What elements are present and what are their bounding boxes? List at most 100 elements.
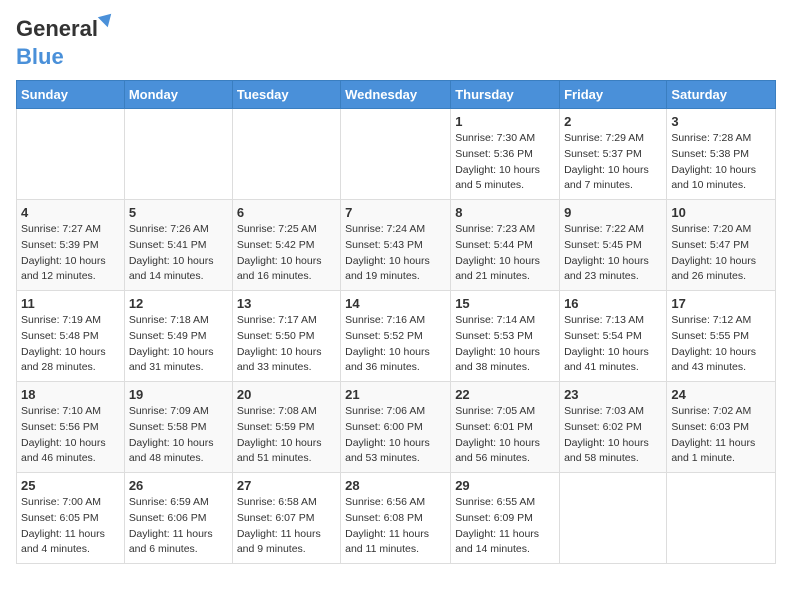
calendar-cell bbox=[560, 473, 667, 564]
calendar-week-row: 11 Sunrise: 7:19 AMSunset: 5:48 PMDayligh… bbox=[17, 291, 776, 382]
day-number: 20 bbox=[237, 387, 336, 402]
calendar-week-row: 1Sunrise: 7:30 AMSunset: 5:36 PMDaylight… bbox=[17, 109, 776, 200]
day-detail: Sunrise: 7:06 AMSunset: 6:00 PMDaylight:… bbox=[345, 404, 446, 467]
calendar-cell: 17Sunrise: 7:12 AMSunset: 5:55 PMDayligh… bbox=[667, 291, 776, 382]
day-number: 12 bbox=[129, 296, 228, 311]
day-detail: Sunrise: 7:17 AMSunset: 5:50 PMDaylight:… bbox=[237, 313, 336, 376]
day-detail: Sunrise: 7:03 AMSunset: 6:02 PMDaylight:… bbox=[564, 404, 662, 467]
calendar-cell: 23Sunrise: 7:03 AMSunset: 6:02 PMDayligh… bbox=[560, 382, 667, 473]
day-number: 26 bbox=[129, 478, 228, 493]
day-number: 22 bbox=[455, 387, 555, 402]
calendar-header-row: SundayMondayTuesdayWednesdayThursdayFrid… bbox=[17, 81, 776, 109]
day-detail: Sunrise: 6:59 AMSunset: 6:06 PMDaylight:… bbox=[129, 495, 228, 558]
calendar-cell: 12 Sunrise: 7:18 AMSunset: 5:49 PMDayligh… bbox=[124, 291, 232, 382]
day-detail: Sunrise: 7:19 AMSunset: 5:48 PMDaylight:… bbox=[21, 313, 120, 376]
calendar-week-row: 4 Sunrise: 7:27 AMSunset: 5:39 PMDaylight… bbox=[17, 200, 776, 291]
calendar-cell: 24 Sunrise: 7:02 AMSunset: 6:03 PMDayligh… bbox=[667, 382, 776, 473]
day-number: 28 bbox=[345, 478, 446, 493]
calendar-cell: 7Sunrise: 7:24 AMSunset: 5:43 PMDaylight… bbox=[341, 200, 451, 291]
day-detail: Sunrise: 7:14 AMSunset: 5:53 PMDaylight:… bbox=[455, 313, 555, 376]
day-number: 6 bbox=[237, 205, 336, 220]
day-detail: Sunrise: 7:16 AMSunset: 5:52 PMDaylight:… bbox=[345, 313, 446, 376]
page-header: General Blue bbox=[16, 16, 776, 70]
calendar-cell: 28 Sunrise: 6:56 AMSunset: 6:08 PMDayligh… bbox=[341, 473, 451, 564]
calendar-cell: 6 Sunrise: 7:25 AMSunset: 5:42 PMDaylight… bbox=[232, 200, 340, 291]
calendar-cell: 20 Sunrise: 7:08 AMSunset: 5:59 PMDayligh… bbox=[232, 382, 340, 473]
day-number: 3 bbox=[671, 114, 771, 129]
day-number: 18 bbox=[21, 387, 120, 402]
calendar-cell: 3 Sunrise: 7:28 AMSunset: 5:38 PMDaylight… bbox=[667, 109, 776, 200]
day-number: 25 bbox=[21, 478, 120, 493]
calendar-cell: 22 Sunrise: 7:05 AMSunset: 6:01 PMDayligh… bbox=[451, 382, 560, 473]
calendar-cell: 29Sunrise: 6:55 AMSunset: 6:09 PMDayligh… bbox=[451, 473, 560, 564]
day-detail: Sunrise: 7:09 AMSunset: 5:58 PMDaylight:… bbox=[129, 404, 228, 467]
day-number: 5 bbox=[129, 205, 228, 220]
day-detail: Sunrise: 7:20 AMSunset: 5:47 PMDaylight:… bbox=[671, 222, 771, 285]
day-detail: Sunrise: 7:27 AMSunset: 5:39 PMDaylight:… bbox=[21, 222, 120, 285]
day-header-thursday: Thursday bbox=[451, 81, 560, 109]
day-number: 15 bbox=[455, 296, 555, 311]
logo-general: General bbox=[16, 16, 98, 41]
logo: General Blue bbox=[16, 16, 98, 70]
calendar-week-row: 25Sunrise: 7:00 AMSunset: 6:05 PMDayligh… bbox=[17, 473, 776, 564]
calendar-cell: 19 Sunrise: 7:09 AMSunset: 5:58 PMDayligh… bbox=[124, 382, 232, 473]
calendar-cell: 5 Sunrise: 7:26 AMSunset: 5:41 PMDaylight… bbox=[124, 200, 232, 291]
calendar-week-row: 18 Sunrise: 7:10 AMSunset: 5:56 PMDayligh… bbox=[17, 382, 776, 473]
day-header-wednesday: Wednesday bbox=[341, 81, 451, 109]
calendar-cell: 10 Sunrise: 7:20 AMSunset: 5:47 PMDayligh… bbox=[667, 200, 776, 291]
day-number: 4 bbox=[21, 205, 120, 220]
day-detail: Sunrise: 7:10 AMSunset: 5:56 PMDaylight:… bbox=[21, 404, 120, 467]
day-detail: Sunrise: 7:08 AMSunset: 5:59 PMDaylight:… bbox=[237, 404, 336, 467]
day-detail: Sunrise: 7:28 AMSunset: 5:38 PMDaylight:… bbox=[671, 131, 771, 194]
day-header-friday: Friday bbox=[560, 81, 667, 109]
day-detail: Sunrise: 7:23 AMSunset: 5:44 PMDaylight:… bbox=[455, 222, 555, 285]
calendar-cell bbox=[667, 473, 776, 564]
calendar-cell: 13 Sunrise: 7:17 AMSunset: 5:50 PMDayligh… bbox=[232, 291, 340, 382]
day-number: 29 bbox=[455, 478, 555, 493]
calendar-cell: 27 Sunrise: 6:58 AMSunset: 6:07 PMDayligh… bbox=[232, 473, 340, 564]
day-number: 19 bbox=[129, 387, 228, 402]
day-detail: Sunrise: 7:05 AMSunset: 6:01 PMDaylight:… bbox=[455, 404, 555, 467]
day-number: 14 bbox=[345, 296, 446, 311]
calendar-cell bbox=[124, 109, 232, 200]
day-number: 1 bbox=[455, 114, 555, 129]
day-number: 13 bbox=[237, 296, 336, 311]
day-detail: Sunrise: 7:25 AMSunset: 5:42 PMDaylight:… bbox=[237, 222, 336, 285]
calendar-cell bbox=[232, 109, 340, 200]
day-number: 11 bbox=[21, 296, 120, 311]
day-detail: Sunrise: 7:02 AMSunset: 6:03 PMDaylight:… bbox=[671, 404, 771, 467]
day-number: 7 bbox=[345, 205, 446, 220]
calendar-cell: 1Sunrise: 7:30 AMSunset: 5:36 PMDaylight… bbox=[451, 109, 560, 200]
day-detail: Sunrise: 7:26 AMSunset: 5:41 PMDaylight:… bbox=[129, 222, 228, 285]
calendar-cell: 2 Sunrise: 7:29 AMSunset: 5:37 PMDaylight… bbox=[560, 109, 667, 200]
day-number: 24 bbox=[671, 387, 771, 402]
calendar-cell: 26 Sunrise: 6:59 AMSunset: 6:06 PMDayligh… bbox=[124, 473, 232, 564]
calendar-cell bbox=[17, 109, 125, 200]
calendar-cell: 4 Sunrise: 7:27 AMSunset: 5:39 PMDaylight… bbox=[17, 200, 125, 291]
day-number: 10 bbox=[671, 205, 771, 220]
day-number: 27 bbox=[237, 478, 336, 493]
logo-blue: Blue bbox=[16, 44, 64, 69]
calendar-cell: 11 Sunrise: 7:19 AMSunset: 5:48 PMDayligh… bbox=[17, 291, 125, 382]
day-header-tuesday: Tuesday bbox=[232, 81, 340, 109]
day-number: 9 bbox=[564, 205, 662, 220]
day-detail: Sunrise: 7:18 AMSunset: 5:49 PMDaylight:… bbox=[129, 313, 228, 376]
day-number: 16 bbox=[564, 296, 662, 311]
calendar-cell: 16 Sunrise: 7:13 AMSunset: 5:54 PMDayligh… bbox=[560, 291, 667, 382]
day-detail: Sunrise: 6:58 AMSunset: 6:07 PMDaylight:… bbox=[237, 495, 336, 558]
day-detail: Sunrise: 7:13 AMSunset: 5:54 PMDaylight:… bbox=[564, 313, 662, 376]
day-number: 21 bbox=[345, 387, 446, 402]
calendar-cell bbox=[341, 109, 451, 200]
calendar-cell: 8 Sunrise: 7:23 AMSunset: 5:44 PMDaylight… bbox=[451, 200, 560, 291]
day-detail: Sunrise: 7:29 AMSunset: 5:37 PMDaylight:… bbox=[564, 131, 662, 194]
day-number: 8 bbox=[455, 205, 555, 220]
calendar-cell: 18 Sunrise: 7:10 AMSunset: 5:56 PMDayligh… bbox=[17, 382, 125, 473]
day-number: 2 bbox=[564, 114, 662, 129]
day-header-saturday: Saturday bbox=[667, 81, 776, 109]
calendar-cell: 9 Sunrise: 7:22 AMSunset: 5:45 PMDaylight… bbox=[560, 200, 667, 291]
day-detail: Sunrise: 7:22 AMSunset: 5:45 PMDaylight:… bbox=[564, 222, 662, 285]
day-number: 17 bbox=[671, 296, 771, 311]
day-header-monday: Monday bbox=[124, 81, 232, 109]
day-header-sunday: Sunday bbox=[17, 81, 125, 109]
day-detail: Sunrise: 6:56 AMSunset: 6:08 PMDaylight:… bbox=[345, 495, 446, 558]
